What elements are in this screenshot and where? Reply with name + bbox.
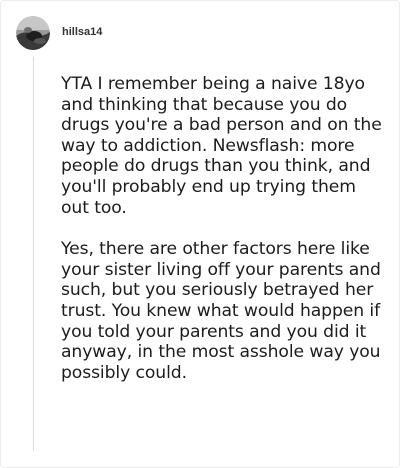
user-avatar-icon[interactable] bbox=[16, 16, 50, 50]
comment-author[interactable]: hillsa14 bbox=[62, 26, 102, 38]
comment-body: YTA I remember being a naive 18yo and th… bbox=[61, 74, 386, 383]
comment-header: hillsa14 bbox=[16, 16, 102, 50]
comment-card: hillsa14 YTA I remember being a naive 18… bbox=[0, 0, 400, 468]
comment-paragraph: Yes, there are other factors here like y… bbox=[61, 239, 381, 383]
comment-paragraph: YTA I remember being a naive 18yo and th… bbox=[61, 74, 382, 218]
thread-line[interactable] bbox=[33, 57, 34, 451]
